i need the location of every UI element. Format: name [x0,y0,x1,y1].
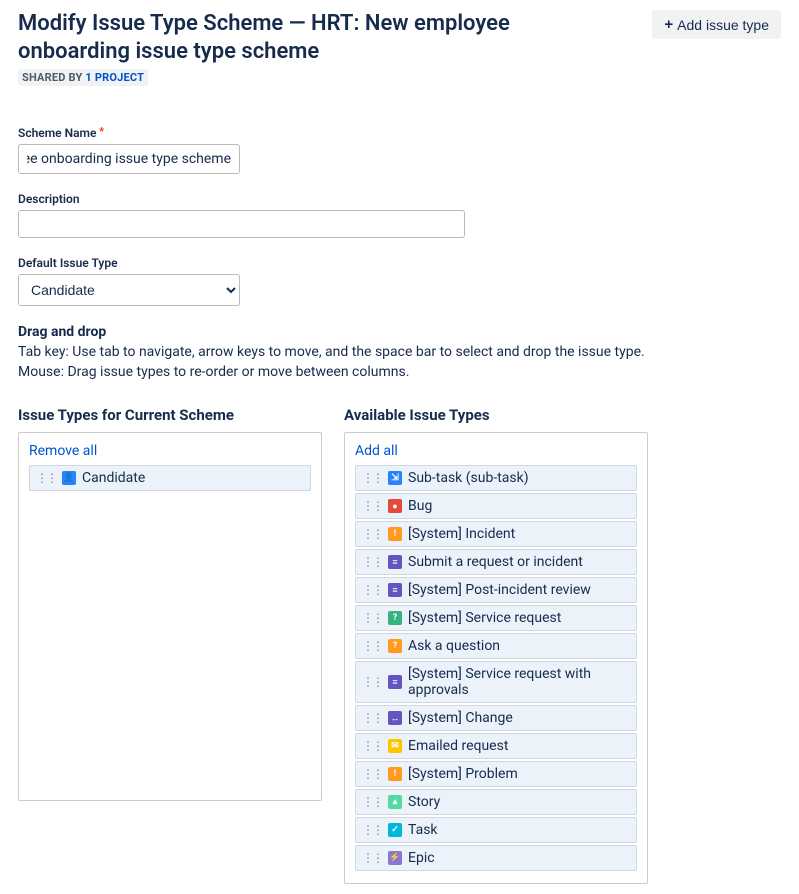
issue-type-item[interactable]: ⋮⋮! [System] Problem [355,761,637,787]
issue-type-item[interactable]: ⋮⋮ 👤 Candidate [29,465,311,491]
drag-grip-icon: ⋮⋮ [362,852,382,864]
subtask-icon: ⇲ [388,471,402,485]
issue-type-label: Bug [408,498,432,514]
drag-grip-icon: ⋮⋮ [362,796,382,808]
issue-type-item[interactable]: ⋮⋮ ✓ Task [355,817,637,843]
scheme-name-input[interactable] [18,144,240,174]
issue-type-item[interactable]: ⋮⋮ ▴ Story [355,789,637,815]
epic-icon: ⚡ [388,851,402,865]
drag-grip-icon: ⋮⋮ [362,472,382,484]
issue-type-item[interactable]: ⋮⋮ ≡ [System] Service request with approva… [355,661,637,703]
default-type-select[interactable]: Candidate [18,274,240,306]
issue-type-label: Sub-task (sub-task) [408,470,529,486]
description-label: Description [18,192,781,206]
issue-type-label: Ask a question [408,638,500,654]
drag-grip-icon: ⋮⋮ [362,676,382,688]
issue-type-label: Task [408,822,438,838]
issue-type-label: [System] Service request [408,610,561,626]
story-icon: ▴ [388,795,402,809]
available-column-title: Available Issue Types [344,406,648,424]
issue-type-label: Story [408,794,440,810]
request-icon: ≡ [388,555,402,569]
drag-grip-icon: ⋮⋮ [362,584,382,596]
drag-grip-icon: ⋮⋮ [362,768,382,780]
drag-drop-title: Drag and drop [18,324,781,340]
issue-type-label: Submit a request or incident [408,554,583,570]
issue-type-label: [System] Problem [408,766,518,782]
issue-type-item[interactable]: ⋮⋮ ↔ [System] Change [355,705,637,731]
shared-project-link[interactable]: 1 PROJECT [85,71,144,84]
available-list[interactable]: Add all ⋮⋮ ⇲ Sub-task (sub-task) ⋮⋮ ● Bug ⋮⋮! [… [344,432,648,884]
add-issue-type-label: Add issue type [677,17,769,33]
drag-grip-icon: ⋮⋮ [362,640,382,652]
drag-grip-icon: ⋮⋮ [362,612,382,624]
drag-drop-help-tab: Tab key: Use tab to navigate, arrow keys… [18,344,781,360]
drag-grip-icon: ⋮⋮ [362,500,382,512]
current-scheme-column-title: Issue Types for Current Scheme [18,406,322,424]
issue-type-item[interactable]: ⋮⋮ ● Bug [355,493,637,519]
issue-type-item[interactable]: ⋮⋮? [System] Service request [355,605,637,631]
issue-type-item[interactable]: ⋮⋮ ≡ Submit a request or incident [355,549,637,575]
change-icon: ↔ [388,711,402,725]
bug-icon: ● [388,499,402,513]
drag-grip-icon: ⋮⋮ [36,472,56,484]
current-scheme-list[interactable]: Remove all ⋮⋮ 👤 Candidate [18,432,322,801]
issue-type-label: Candidate [82,470,145,486]
scheme-name-label: Scheme Name * [18,126,781,140]
drag-drop-help-mouse: Mouse: Drag issue types to re-order or m… [18,364,781,380]
description-input[interactable] [18,210,465,238]
drag-grip-icon: ⋮⋮ [362,824,382,836]
page-title: Modify Issue Type Scheme — HRT: New empl… [18,10,618,65]
incident-icon: ! [388,527,402,541]
issue-type-item[interactable]: ⋮⋮ ⚡ Epic [355,845,637,871]
issue-type-item[interactable]: ⋮⋮ ≡ [System] Post-incident review [355,577,637,603]
issue-type-item[interactable]: ⋮⋮ ✉ Emailed request [355,733,637,759]
add-all-link[interactable]: Add all [355,443,398,459]
issue-type-item[interactable]: ⋮⋮! [System] Incident [355,521,637,547]
issue-type-label: Emailed request [408,738,508,754]
approvals-icon: ≡ [388,675,402,689]
plus-icon: + [664,16,673,33]
issue-type-label: Epic [408,850,435,866]
drag-grip-icon: ⋮⋮ [362,556,382,568]
drag-grip-icon: ⋮⋮ [362,528,382,540]
add-issue-type-button[interactable]: + Add issue type [652,10,781,39]
default-type-label: Default Issue Type [18,256,781,270]
issue-type-label: [System] Incident [408,526,515,542]
drag-grip-icon: ⋮⋮ [362,740,382,752]
task-icon: ✓ [388,823,402,837]
drag-grip-icon: ⋮⋮ [362,712,382,724]
remove-all-link[interactable]: Remove all [29,443,97,459]
issue-type-label: [System] Service request with approvals [408,666,630,698]
shared-by-badge: SHARED BY 1 PROJECT [18,69,148,86]
question-icon: ? [388,639,402,653]
candidate-icon: 👤 [62,471,76,485]
issue-type-item[interactable]: ⋮⋮? Ask a question [355,633,637,659]
review-icon: ≡ [388,583,402,597]
issue-type-label: [System] Change [408,710,513,726]
problem-icon: ! [388,767,402,781]
email-icon: ✉ [388,739,402,753]
issue-type-label: [System] Post-incident review [408,582,591,598]
service-request-icon: ? [388,611,402,625]
issue-type-item[interactable]: ⋮⋮ ⇲ Sub-task (sub-task) [355,465,637,491]
